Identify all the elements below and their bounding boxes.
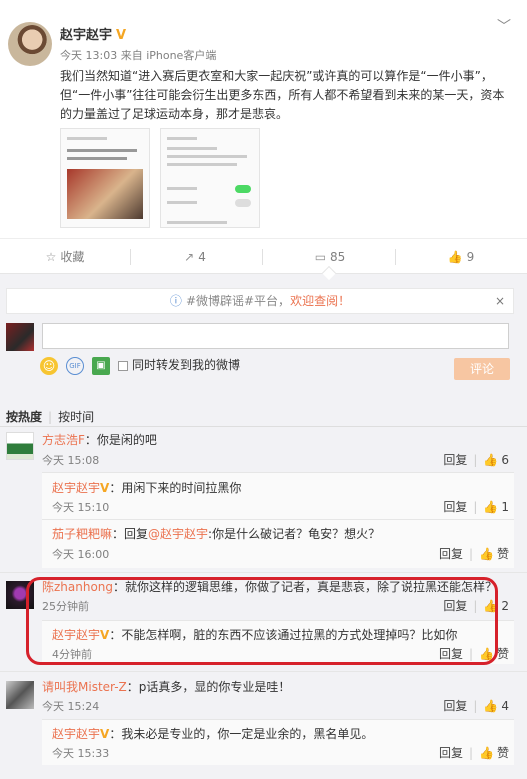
notice-tag[interactable]: #微博辟谣#平台， [186,294,290,308]
thumbs-up-icon[interactable]: 👍 [483,699,498,713]
thumbs-up-icon[interactable]: 👍 [479,547,494,561]
chevron-down-icon[interactable]: ﹀ [497,16,511,36]
reply-body: ：我未必是专业的，你一定是业余的，黑名单见。 [109,727,374,741]
reply-text: 赵宇赵宇V：用闲下来的时间拉黑你 [52,479,241,497]
post-action-bar: ☆ 收藏 ↗ 4 ▭ 85 👍 9 [0,238,527,274]
comment-input[interactable] [42,323,509,349]
comment-sort-tabs: 按热度 | 按时间 [6,410,95,424]
sort-by-hot[interactable]: 按热度 [6,410,42,424]
comment-ops: 回复 | 👍 6 [443,453,509,467]
comment-text: 方志浩F：你是闲的吧 [42,431,157,449]
verified-icon: V [100,481,110,495]
gif-icon[interactable]: GIF [66,356,84,375]
thumbs-up-icon: 👍 [447,250,463,264]
forward-count: 4 [198,250,206,264]
reply-link[interactable]: 回复 [443,453,467,467]
star-icon: ☆ [45,250,57,264]
reply-author[interactable]: 赵宇赵宇 [52,481,100,495]
post-meta: 今天 13:03 来自 iPhone客户端 [60,49,217,62]
favorite-label: 收藏 [60,250,85,264]
notice-link[interactable]: 欢迎查阅！ [290,294,350,308]
reply-text: 茄子粑粑嘛：回复@赵宇赵宇:你是什么破记者？龟安？想火？ [52,525,380,543]
reply-time: 今天 16:00 [52,548,110,561]
verified-icon: V [100,727,110,741]
reply-body: :你是什么破记者？龟安？想火？ [208,527,381,541]
reply-link[interactable]: 回复 [439,746,463,760]
reply-author[interactable]: 赵宇赵宇 [52,727,100,741]
commenter-avatar[interactable] [6,681,34,709]
reply-text: 赵宇赵宇V：我未必是专业的，你一定是业余的，黑名单见。 [52,725,373,743]
like-label[interactable]: 赞 [497,746,509,760]
comment-time: 今天 15:24 [42,700,100,713]
like-label[interactable]: 赞 [497,647,509,661]
comment-time: 今天 15:08 [42,454,100,467]
reply-link[interactable]: 回复 [443,699,467,713]
verified-icon: V [116,28,127,43]
thumbs-up-icon[interactable]: 👍 [483,453,498,467]
reply-ops: 回复 | 👍 1 [443,500,509,514]
red-highlight-annotation [26,577,498,665]
reply-time: 今天 15:33 [52,747,110,760]
info-icon: ⓘ [169,294,182,308]
reply-author[interactable]: 茄子粑粑嘛 [52,527,112,541]
reply-time: 今天 15:10 [52,501,110,514]
mention-link[interactable]: @赵宇赵宇 [148,527,208,541]
comment-body: ：p话真多，显的你专业是哇！ [126,680,291,694]
like-count: 4 [501,699,509,713]
comment-text: 请叫我Mister-Z：p话真多，显的你专业是哇！ [42,678,290,696]
reply-body: ：用闲下来的时间拉黑你 [109,481,242,495]
thumbs-up-icon[interactable]: 👍 [479,746,494,760]
reply-prefix: ：回复 [112,527,149,541]
also-forward-checkbox[interactable] [118,360,128,371]
comment-icon: ▭ [314,250,327,264]
like-count: 6 [501,453,509,467]
submit-comment-button[interactable]: 评论 [454,358,510,380]
commenter-avatar[interactable] [6,432,34,460]
image-icon[interactable]: ▣ [92,356,110,375]
also-forward-label: 同时转发到我的微博 [132,358,241,372]
my-avatar [6,323,34,351]
author-name-text[interactable]: 赵宇赵宇 [60,28,112,43]
comment-count: 85 [330,250,346,264]
emoji-icon[interactable]: ☺ [40,356,58,375]
author-name[interactable]: 赵宇赵宇 V [60,24,126,43]
forward-button[interactable]: ↗ 4 [130,239,260,275]
reply-ops: 回复 | 👍 赞 [438,746,509,760]
reply-link[interactable]: 回复 [439,547,463,561]
reply-ops: 回复 | 👍 赞 [438,547,509,561]
reply-link[interactable]: 回复 [443,500,467,514]
post-image-1[interactable] [60,128,150,228]
author-avatar[interactable] [8,22,52,66]
composer-tools: ☺ GIF ▣ 同时转发到我的微博 [40,356,240,376]
like-count: 2 [501,599,509,613]
like-button[interactable]: 👍 9 [395,239,527,275]
comment-body: ：你是闲的吧 [84,433,157,447]
sort-by-time[interactable]: 按时间 [58,410,94,424]
thumbs-up-icon[interactable]: 👍 [483,500,498,514]
close-icon[interactable]: × [495,289,505,313]
weibo-post: 赵宇赵宇 V ﹀ 今天 13:03 来自 iPhone客户端 我们当然知道“进入赛… [0,0,527,238]
comment-ops: 回复 | 👍 4 [443,699,509,713]
post-text: 我们当然知道“进入赛后更衣室和大家一起庆祝”或许真的可以算作是“一件小事”，但“… [60,69,505,121]
rumor-notice-bar: ⓘ #微博辟谣#平台，欢迎查阅！ × [6,288,514,314]
like-count: 1 [501,500,509,514]
favorite-button[interactable]: ☆ 收藏 [0,239,130,275]
commenter-name[interactable]: 请叫我Mister-Z [42,680,127,694]
like-label[interactable]: 赞 [497,547,509,561]
commenter-name[interactable]: 方志浩F [42,433,85,447]
post-image-2[interactable] [160,128,260,228]
like-count: 9 [466,250,475,264]
forward-icon: ↗ [184,250,195,264]
